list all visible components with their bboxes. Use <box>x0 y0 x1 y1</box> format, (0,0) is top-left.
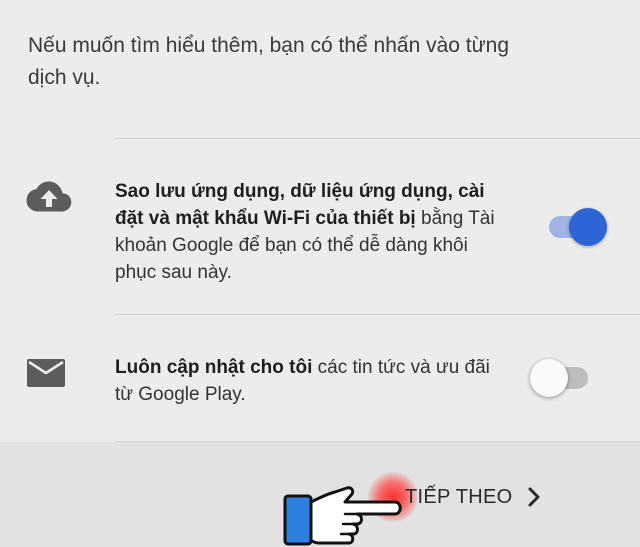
intro-text: Nếu muốn tìm hiểu thêm, bạn có thể nhấn … <box>28 30 588 94</box>
backup-description: Sao lưu ứng dụng, dữ liệu ứng dụng, cài … <box>115 178 525 286</box>
updates-line-1-rest: các tin tức và ưu đãi <box>312 357 490 378</box>
divider <box>115 314 640 315</box>
backup-line-2-rest: bằng Tài <box>415 208 495 229</box>
updates-bold: Luôn cập nhật cho tôi <box>115 357 313 378</box>
next-button-label: TIẾP THEO <box>405 485 513 508</box>
updates-description: Luôn cập nhật cho tôi các tin tức và ưu … <box>115 354 525 408</box>
intro-line-1: Nếu muốn tìm hiểu thêm, bạn có thể nhấn … <box>28 34 510 57</box>
mail-icon <box>26 358 66 393</box>
chevron-right-icon <box>528 487 540 507</box>
divider <box>115 138 640 139</box>
toggle-thumb <box>569 208 607 246</box>
next-button[interactable]: TIẾP THEO <box>405 474 541 520</box>
backup-bold-line-2: đặt và mật khẩu Wi-Fi của thiết bị <box>115 208 416 229</box>
updates-line-2: từ Google Play. <box>115 384 246 405</box>
backup-bold-line-1: Sao lưu ứng dụng, dữ liệu ứng dụng, cài <box>115 181 485 202</box>
backup-line-4: phục sau này. <box>115 262 232 283</box>
intro-line-2: dịch vụ. <box>28 66 101 89</box>
cloud-upload-icon <box>26 180 72 219</box>
backup-toggle[interactable] <box>545 205 607 249</box>
backup-line-3: khoản Google để bạn có thể dễ dàng khôi <box>115 235 468 256</box>
toggle-thumb <box>530 359 568 397</box>
updates-toggle[interactable] <box>530 356 590 400</box>
pointing-hand-icon <box>283 486 402 546</box>
